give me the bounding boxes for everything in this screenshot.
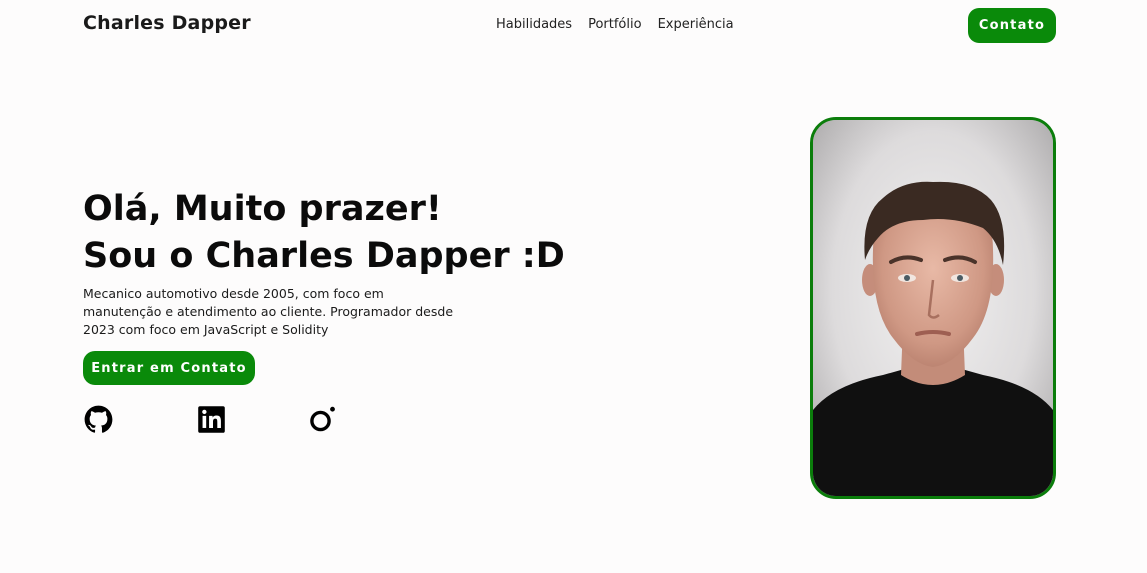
main-nav: Habilidades Portfólio Experiência	[496, 17, 734, 32]
hero-title-line-2: Sou o Charles Dapper :D	[83, 236, 565, 276]
threads-icon	[310, 406, 335, 432]
cta-contact-button[interactable]: Entrar em Contato	[83, 351, 255, 385]
linkedin-link[interactable]	[196, 404, 226, 434]
profile-photo	[810, 117, 1056, 499]
hero-title-line-1: Olá, Muito prazer!	[83, 189, 442, 229]
linkedin-icon	[197, 405, 225, 433]
profile-photo-icon	[813, 120, 1053, 496]
nav-item-portfolio[interactable]: Portfólio	[588, 17, 641, 32]
threads-link[interactable]	[308, 404, 338, 434]
github-icon	[84, 405, 112, 433]
nav-item-habilidades[interactable]: Habilidades	[496, 17, 572, 32]
github-link[interactable]	[83, 404, 113, 434]
contact-button[interactable]: Contato	[968, 8, 1056, 43]
hero-title: Olá, Muito prazer! Sou o Charles Dapper …	[83, 186, 565, 280]
nav-item-experiencia[interactable]: Experiência	[658, 17, 734, 32]
hero-description: Mecanico automotivo desde 2005, com foco…	[83, 286, 454, 337]
brand-logo[interactable]: Charles Dapper	[83, 12, 251, 34]
